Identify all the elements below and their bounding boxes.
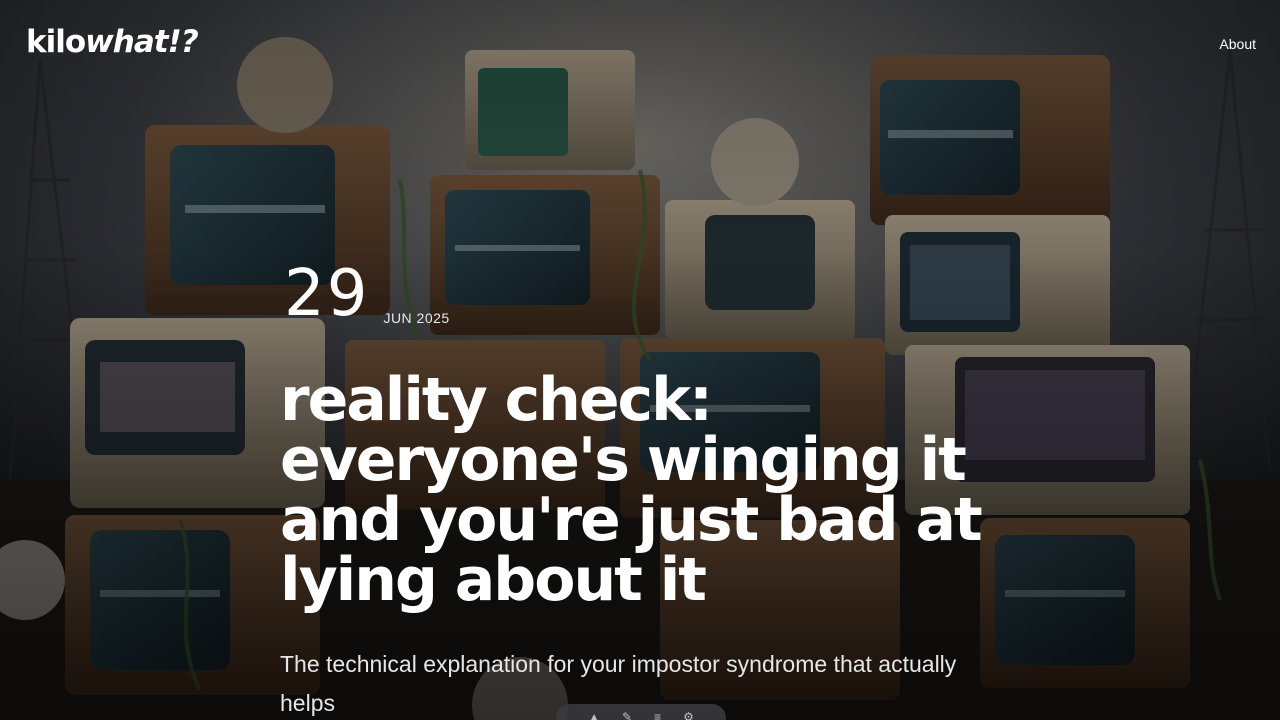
date-month-year: JUN 2025 [383, 310, 450, 326]
post-date: 29 JUN 2025 [284, 258, 450, 330]
date-day: 29 [284, 257, 370, 331]
site-logo[interactable]: kilowhat!? [26, 24, 199, 60]
text-icon[interactable]: ▲ [588, 710, 600, 720]
logo-accent: what!? [85, 24, 199, 60]
logo-main: kilo [26, 24, 86, 60]
menu-icon[interactable]: ≡ [654, 710, 661, 720]
gear-icon[interactable]: ⚙ [683, 710, 694, 720]
nav-about-link[interactable]: About [1219, 36, 1256, 52]
floating-toolbar[interactable]: ▲ ✎ ≡ ⚙ [556, 704, 726, 720]
pen-icon[interactable]: ✎ [622, 710, 632, 720]
post-title: reality check: everyone's winging it and… [280, 365, 983, 615]
